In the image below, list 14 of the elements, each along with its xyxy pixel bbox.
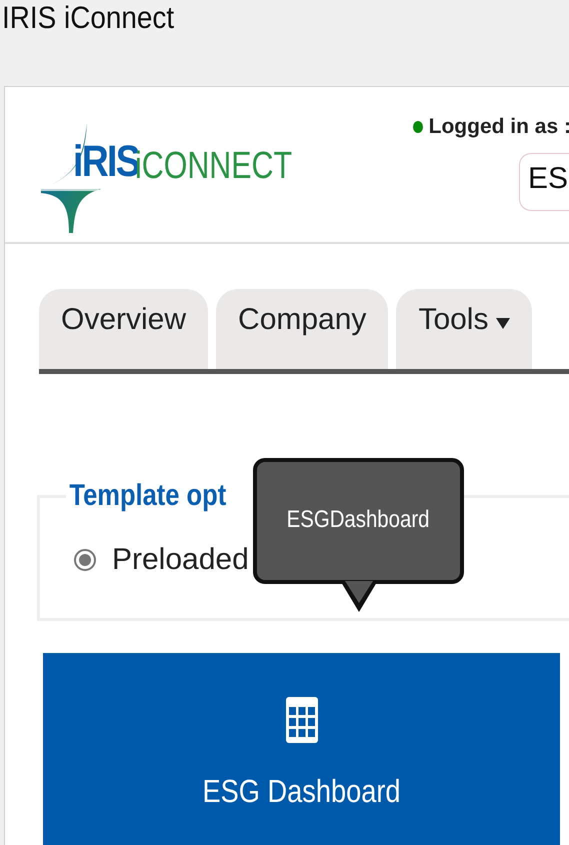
table-icon xyxy=(286,697,318,743)
brand-logo: iRISiCONNECT xyxy=(39,115,315,235)
group-legend: Template opt xyxy=(66,479,230,513)
radio-button[interactable] xyxy=(74,549,96,571)
radio-label: Preloaded xyxy=(112,543,249,577)
dashboard-tile-button[interactable]: ESG Dashboard xyxy=(43,653,560,845)
nav-tab[interactable]: Company xyxy=(216,289,388,369)
nav-tab[interactable]: Overview xyxy=(39,289,208,369)
tooltip: ESGDashboard xyxy=(253,458,464,614)
account-field[interactable]: ES xyxy=(519,153,569,211)
nav-tab[interactable]: Tools xyxy=(396,289,532,369)
window-title: IRIS iConnect xyxy=(2,0,174,36)
login-status-text: Logged in as : xyxy=(428,115,569,139)
caret-icon xyxy=(496,318,510,329)
